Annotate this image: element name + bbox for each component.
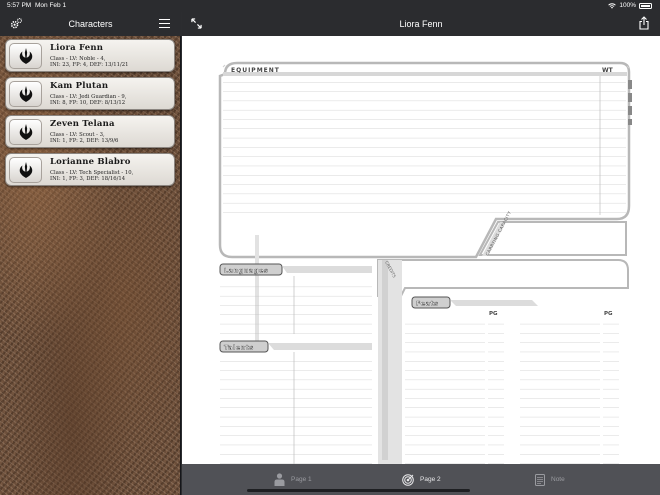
sidebar-title: Characters <box>68 19 113 29</box>
feats-pg-label-right: PG <box>604 311 613 317</box>
home-indicator <box>247 489 470 492</box>
character-card-zeven-telana[interactable]: Zeven Telana Class - LV: Scout - 3, INI:… <box>5 115 175 148</box>
character-stats-line: INI: 23, FP: 4, DEF: 13/11/21 <box>50 62 129 68</box>
character-list: Liora Fenn Class - LV: Noble - 4, INI: 2… <box>5 39 175 191</box>
share-icon[interactable] <box>639 16 649 30</box>
main-header: Liora Fenn <box>182 12 660 36</box>
character-sheet-view: Liora Fenn EQUIPMENT WT CARRYING CAPACIT… <box>182 12 660 495</box>
character-name: Zeven Telana <box>50 119 115 129</box>
status-time: 5:57 PM <box>7 2 32 9</box>
equipment-lines[interactable] <box>223 76 626 215</box>
character-stats-line: INI: 1, FP: 2, DEF: 13/9/6 <box>50 138 119 144</box>
feats-label: Feats <box>416 300 438 308</box>
character-title: Liora Fenn <box>399 19 443 29</box>
languages-lines[interactable] <box>220 278 372 334</box>
feats-pg-lines-right[interactable] <box>603 319 619 464</box>
rebel-emblem-icon <box>9 81 42 107</box>
tab-label: Page 2 <box>420 476 441 483</box>
character-sheet-page-2: EQUIPMENT WT CARRYING CAPACITY CREDITS L… <box>218 61 632 464</box>
app-window: 5:57 PM Mon Feb 1 100% Characters Liora … <box>0 0 660 495</box>
battery-icon <box>639 3 652 9</box>
character-name: Liora Fenn <box>50 43 104 53</box>
talents-lines[interactable] <box>220 354 372 464</box>
feats-lines-left[interactable] <box>405 319 485 464</box>
status-bar: 5:57 PM Mon Feb 1 100% <box>0 0 660 12</box>
sidebar-header: Characters <box>0 12 181 36</box>
tab-note[interactable]: Note <box>535 464 565 495</box>
rebel-emblem-icon <box>9 157 42 183</box>
languages-section: Languages <box>219 235 372 344</box>
talents-label: Talents <box>224 344 254 352</box>
character-sidebar: Characters Liora Fenn Class - LV: Noble … <box>0 12 181 495</box>
status-date: Mon Feb 1 <box>35 2 67 9</box>
menu-icon[interactable] <box>159 19 170 28</box>
character-stats-line: INI: 1, FP: 3, DEF: 18/16/14 <box>50 176 126 182</box>
wifi-icon <box>608 3 617 9</box>
feats-pg-label-left: PG <box>489 311 498 317</box>
character-name: Kam Plutan <box>50 81 109 91</box>
character-name: Lorianne Blabro <box>50 157 131 167</box>
character-card-kam-plutan[interactable]: Kam Plutan Class - LV: Jedi Guardian - 9… <box>5 77 175 110</box>
talents-section: Talents <box>219 340 372 464</box>
equipment-section: EQUIPMENT WT CARRYING CAPACITY <box>218 61 632 259</box>
feats-section: Feats PG PG <box>405 296 619 464</box>
page-tab-bar: Page 1 Page 2 Note <box>182 464 660 495</box>
character-card-lorianne-blabro[interactable]: Lorianne Blabro Class - LV: Tech Special… <box>5 153 175 186</box>
wt-label: WT <box>602 67 614 74</box>
battery-percent: 100% <box>619 2 636 9</box>
status-right: 100% <box>608 0 652 12</box>
character-stats-line: INI: 8, FP: 10, DEF: 8/13/12 <box>50 100 126 106</box>
feats-pg-lines-left[interactable] <box>488 319 504 464</box>
equipment-label: EQUIPMENT <box>231 67 280 74</box>
target-icon <box>402 473 414 486</box>
feats-lines-right[interactable] <box>520 319 600 464</box>
tab-label: Page 1 <box>291 476 312 483</box>
person-icon <box>274 473 285 486</box>
note-icon <box>535 473 545 486</box>
rebel-emblem-icon <box>9 119 42 145</box>
languages-label: Languages <box>224 267 268 275</box>
character-card-liora-fenn[interactable]: Liora Fenn Class - LV: Noble - 4, INI: 2… <box>5 39 175 72</box>
rebel-emblem-icon <box>9 43 42 69</box>
tab-label: Note <box>551 476 565 483</box>
